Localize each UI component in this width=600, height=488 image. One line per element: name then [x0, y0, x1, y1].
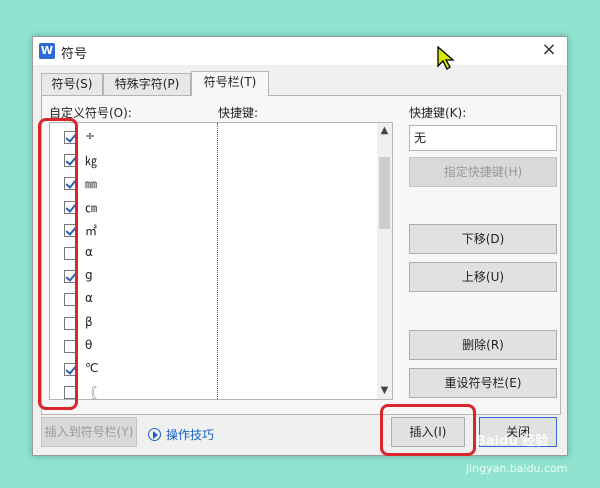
symbol-glyph: ㎏: [85, 154, 98, 169]
baidu-watermark: Baidu 经验: [476, 434, 549, 449]
symbol-glyph: β: [85, 314, 93, 329]
list-scrollbar[interactable]: ▲ ▼: [377, 123, 392, 399]
assign-shortcut-button[interactable]: 指定快捷键(H): [409, 157, 557, 187]
move-up-button[interactable]: 上移(U): [409, 262, 557, 292]
list-item[interactable]: β: [50, 312, 380, 335]
symbol-glyph: ㎡: [85, 223, 98, 238]
baidu-watermark-url: jingyan.baidu.com: [466, 462, 568, 475]
scroll-down-icon[interactable]: ▼: [377, 383, 392, 399]
play-circle-icon: [148, 428, 161, 441]
list-item[interactable]: ㎜: [50, 172, 380, 195]
symbol-glyph: g: [85, 268, 93, 283]
tab-symbols[interactable]: 符号(S): [41, 73, 103, 95]
tab-symbol-bar[interactable]: 符号栏(T): [191, 71, 269, 96]
list-item[interactable]: θ: [50, 335, 380, 358]
dialog-title: 符号: [61, 47, 88, 62]
list-item[interactable]: g: [50, 265, 380, 288]
reset-symbol-bar-button[interactable]: 重设符号栏(E): [409, 368, 557, 398]
symbol-glyph: α: [85, 291, 93, 306]
symbol-glyph: 〖: [85, 386, 98, 400]
shortcut-key-input[interactable]: 无: [409, 125, 557, 151]
mouse-cursor-icon: [437, 46, 455, 70]
custom-symbol-list[interactable]: ÷ ㎏㎜㎝㎡ α g α β θ ℃ 〖 ▲ ▼: [49, 122, 393, 400]
insert-highlight-box: [380, 404, 476, 456]
shortcut-column-label: 快捷键:: [218, 106, 259, 120]
symbol-bar-panel: 自定义符号(O): 快捷键: ÷ ㎏㎜㎝㎡ α g α β θ ℃ 〖 ▲ ▼ 快捷键(K): …: [41, 95, 561, 415]
list-item[interactable]: ℃: [50, 358, 380, 381]
wps-writer-icon: W: [39, 43, 55, 59]
tab-special-chars[interactable]: 特殊字符(P): [103, 73, 191, 95]
move-down-button[interactable]: 下移(D): [409, 224, 557, 254]
title-bar: W 符号 ×: [33, 37, 567, 65]
list-item[interactable]: ÷: [50, 126, 380, 149]
list-item[interactable]: α: [50, 242, 380, 265]
list-item[interactable]: α: [50, 288, 380, 311]
shortcut-key-label: 快捷键(K):: [409, 106, 467, 120]
symbol-glyph: ÷: [85, 129, 96, 143]
tips-link[interactable]: 操作技巧: [148, 426, 214, 443]
symbol-glyph: ㎜: [85, 177, 98, 192]
list-item[interactable]: ㎏: [50, 149, 380, 172]
symbol-dialog: W 符号 × 符号(S) 特殊字符(P) 符号栏(T) 自定义符号(O): 快捷…: [32, 36, 568, 456]
symbol-glyph: ℃: [85, 361, 99, 375]
scroll-up-icon[interactable]: ▲: [377, 123, 392, 139]
list-item[interactable]: ㎡: [50, 219, 380, 242]
tips-link-label: 操作技巧: [166, 428, 215, 442]
symbol-glyph: α: [85, 245, 93, 259]
scroll-thumb[interactable]: [379, 157, 390, 229]
symbol-glyph: θ: [85, 337, 93, 352]
checkbox-highlight-box: [38, 118, 78, 410]
close-icon[interactable]: ×: [539, 40, 559, 60]
symbol-glyph: ㎝: [85, 200, 98, 215]
list-item[interactable]: 〖: [50, 381, 380, 400]
list-item[interactable]: ㎝: [50, 196, 380, 219]
delete-button[interactable]: 删除(R): [409, 330, 557, 360]
insert-to-symbol-bar-button[interactable]: 插入到符号栏(Y): [41, 417, 137, 447]
